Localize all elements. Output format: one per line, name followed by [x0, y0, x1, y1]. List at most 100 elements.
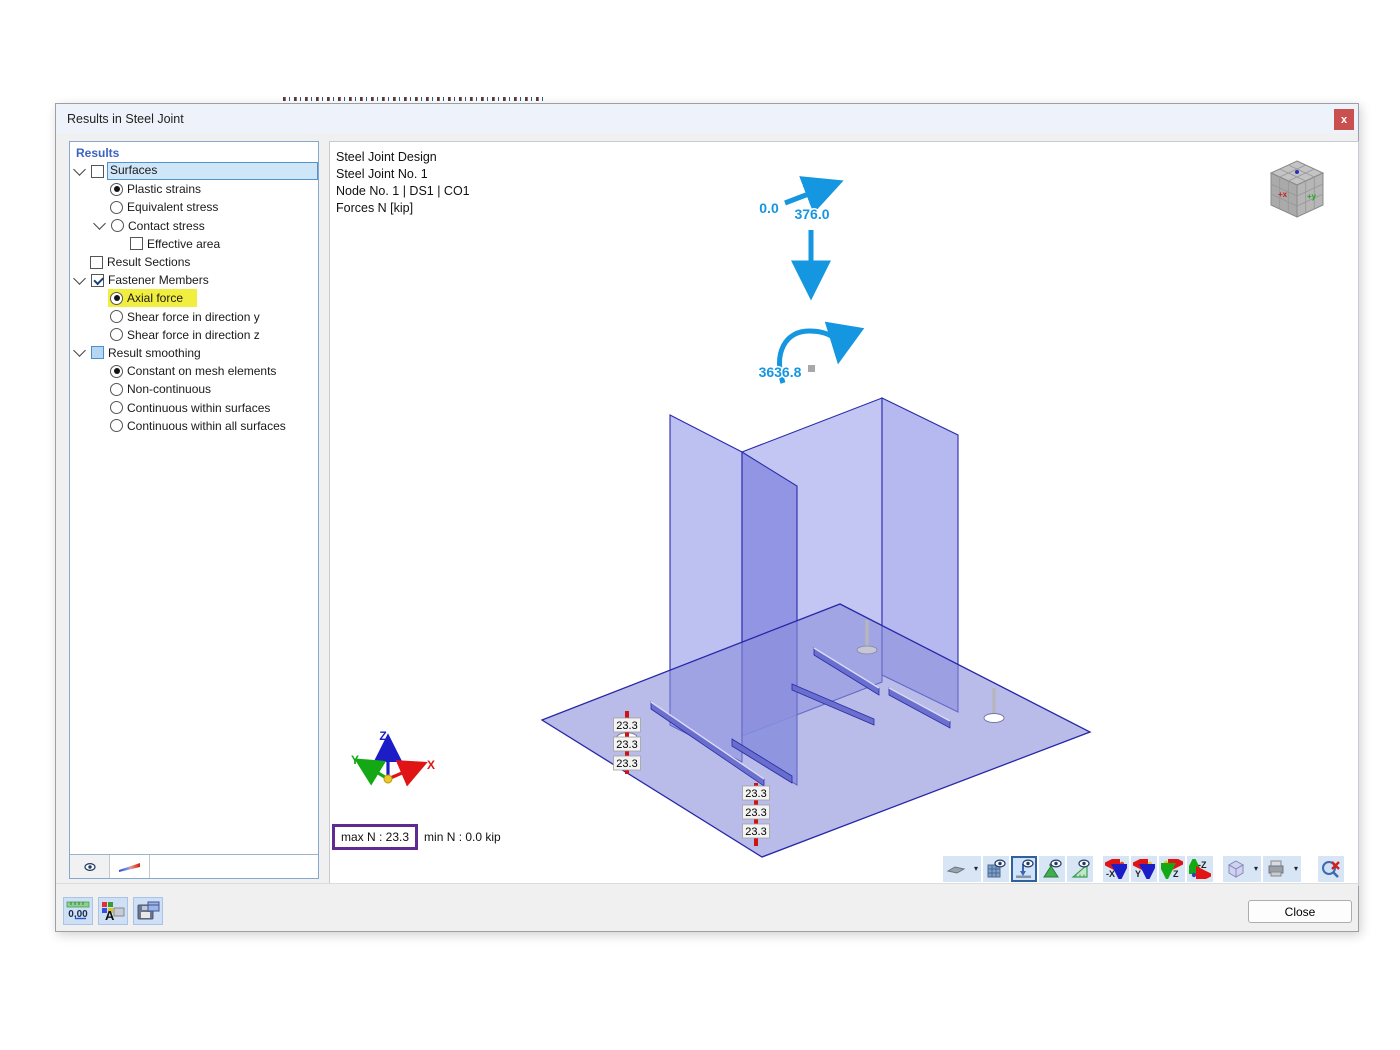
decimal-places-button[interactable]: 0,00	[63, 897, 93, 925]
background-window-clipped-text	[283, 97, 545, 101]
non-continuous-radio[interactable]	[110, 382, 123, 396]
tree-item-result-sections[interactable]: Result Sections	[70, 253, 318, 271]
tree-item-equivalent-stress[interactable]: Equivalent stress	[70, 198, 318, 216]
supports-visibility-button[interactable]	[1039, 856, 1065, 882]
tree-item-label[interactable]: Continuous within surfaces	[127, 401, 270, 415]
x-axis-label: X	[427, 758, 435, 772]
load-arrows: 0.0 376.0 3636.8	[757, 176, 865, 384]
cube-y-label: +y	[1307, 192, 1317, 201]
dialog-titlebar[interactable]: Results in Steel Joint x	[56, 104, 1358, 133]
tree-item-axial-force[interactable]: Axial force	[70, 289, 318, 308]
steel-joint-model-scene[interactable]: 23.3 23.3 23.3 23.3 23.3 23.3 0.0 376.0 …	[330, 142, 1360, 885]
tree-item-label[interactable]: Non-continuous	[127, 382, 211, 396]
tree-item-label[interactable]: Equivalent stress	[127, 200, 218, 214]
view-z-button[interactable]: Z	[1159, 856, 1185, 882]
tree-item-label[interactable]: Surfaces	[107, 162, 318, 181]
mesh-visibility-icon	[987, 859, 1006, 878]
tree-item-label[interactable]: Contact stress	[128, 219, 205, 233]
continuous-within-all-surfaces-radio[interactable]	[110, 419, 123, 433]
tree-item-fastener-members[interactable]: Fastener Members	[70, 271, 318, 289]
tree-item-label[interactable]: Constant on mesh elements	[127, 364, 276, 378]
svg-text:23.3: 23.3	[745, 807, 766, 819]
tree-item-label[interactable]: Effective area	[147, 237, 220, 251]
svg-text:Z: Z	[1173, 869, 1179, 879]
tree-item-label[interactable]: Axial force	[127, 291, 183, 305]
constant-on-mesh-radio[interactable]	[110, 364, 123, 378]
tree-item-label[interactable]: Plastic strains	[127, 182, 201, 196]
print-button[interactable]: ▾	[1263, 856, 1301, 882]
contact-stress-radio[interactable]	[111, 219, 124, 233]
surfaces-checkbox[interactable]	[91, 164, 104, 178]
tree-item-label[interactable]: Result smoothing	[108, 346, 201, 360]
view-minus-z-icon: -Z	[1189, 859, 1211, 879]
tree-item-continuous-within-all-surfaces[interactable]: Continuous within all surfaces	[70, 417, 318, 435]
tree-item-constant-on-mesh[interactable]: Constant on mesh elements	[70, 362, 318, 380]
dimensions-visibility-button[interactable]	[1067, 856, 1093, 882]
bolt-washer	[856, 645, 878, 655]
tab-color-scale[interactable]	[110, 855, 150, 878]
result-sections-checkbox[interactable]	[90, 255, 103, 269]
cube-x-label: +x	[1278, 190, 1288, 199]
cube-top-dot	[1295, 170, 1299, 174]
save-settings-button[interactable]	[133, 897, 163, 925]
dialog-close-icon[interactable]: x	[1334, 109, 1354, 130]
bolt-hole	[983, 713, 1005, 723]
loads-visibility-button[interactable]	[1011, 856, 1037, 882]
tree-item-label[interactable]: Continuous within all surfaces	[127, 419, 286, 433]
shear-load-value: 376.0	[794, 206, 829, 222]
shear-force-y-radio[interactable]	[110, 310, 123, 324]
tree-item-plastic-strains[interactable]: Plastic strains	[70, 180, 318, 198]
isometric-view-button[interactable]: ▾	[1223, 856, 1261, 882]
tree-item-label[interactable]: Result Sections	[107, 255, 190, 269]
tree-item-shear-force-z[interactable]: Shear force in direction z	[70, 326, 318, 344]
view-y-icon: Y	[1133, 859, 1155, 879]
effective-area-checkbox[interactable]	[130, 237, 143, 251]
view-minus-z-button[interactable]: -Z	[1187, 856, 1213, 882]
zoom-reset-button[interactable]	[1318, 856, 1344, 882]
chevron-down-icon[interactable]	[73, 271, 86, 285]
section-plane-icon	[946, 866, 966, 874]
tree-item-surfaces[interactable]: Surfaces	[70, 162, 318, 181]
section-plane-button[interactable]: ▾	[943, 856, 981, 882]
display-font-colors-icon: A	[102, 902, 125, 921]
tree-panel-tabs	[70, 854, 318, 878]
chevron-down-icon[interactable]	[93, 217, 106, 231]
svg-text:23.3: 23.3	[616, 758, 637, 770]
equivalent-stress-radio[interactable]	[110, 200, 123, 214]
tree-item-continuous-within-surfaces[interactable]: Continuous within surfaces	[70, 398, 318, 416]
chevron-down-icon[interactable]	[73, 344, 86, 358]
view-minus-x-button[interactable]: -X	[1103, 856, 1129, 882]
continuous-within-surfaces-radio[interactable]	[110, 401, 123, 415]
shear-load-arrow	[784, 176, 844, 214]
close-button[interactable]: Close	[1248, 900, 1352, 923]
tree-item-non-continuous[interactable]: Non-continuous	[70, 380, 318, 398]
tree-item-label[interactable]: Shear force in direction z	[127, 328, 260, 342]
tree-item-effective-area[interactable]: Effective area	[70, 235, 318, 253]
navigation-cube[interactable]: +x +y	[1264, 158, 1330, 220]
svg-text:-Z: -Z	[1198, 860, 1207, 870]
tree-item-label[interactable]: Fastener Members	[108, 273, 209, 287]
tree-item-result-smoothing[interactable]: Result smoothing	[70, 344, 318, 362]
svg-text:23.3: 23.3	[616, 739, 637, 751]
axial-force-highlight[interactable]: Axial force	[108, 289, 198, 308]
loads-visibility-icon	[1016, 859, 1034, 878]
plastic-strains-radio[interactable]	[110, 182, 123, 196]
fastener-members-checkbox[interactable]	[91, 273, 104, 287]
axial-load-value: 0.0	[759, 200, 779, 216]
view-minus-x-icon: -X	[1105, 859, 1127, 879]
mesh-visibility-button[interactable]	[983, 856, 1009, 882]
max-value-box: max N : 23.3	[332, 824, 419, 850]
tree-item-label[interactable]: Shear force in direction y	[127, 310, 260, 324]
tree-item-shear-force-y[interactable]: Shear force in direction y	[70, 308, 318, 326]
chevron-down-icon[interactable]	[73, 162, 86, 176]
axial-force-radio[interactable]	[110, 291, 123, 305]
shear-force-z-radio[interactable]	[110, 328, 123, 342]
tab-display-properties[interactable]	[70, 855, 110, 878]
view-y-button[interactable]: Y	[1131, 856, 1157, 882]
3d-result-view[interactable]: Steel Joint Design Steel Joint No. 1 Nod…	[329, 141, 1359, 886]
display-font-colors-button[interactable]: A	[98, 897, 128, 925]
result-smoothing-checkbox[interactable]	[91, 346, 104, 360]
tree-item-contact-stress[interactable]: Contact stress	[70, 217, 318, 235]
isometric-view-icon	[1227, 860, 1245, 878]
svg-text:23.3: 23.3	[745, 788, 766, 800]
